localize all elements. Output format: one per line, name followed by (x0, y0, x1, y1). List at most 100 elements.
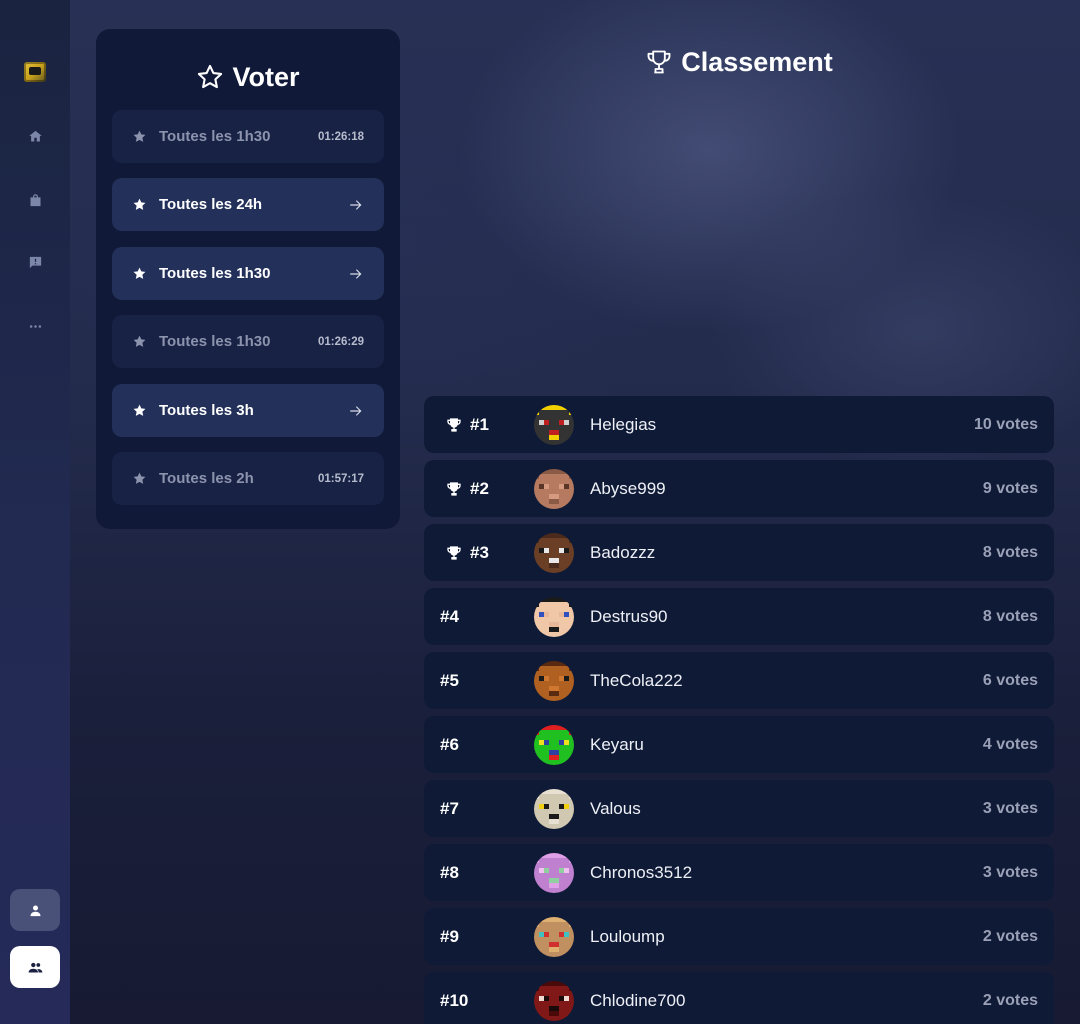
vote-title: Voter (96, 59, 400, 95)
player-avatar (534, 981, 574, 1021)
vote-timer: 01:26:29 (317, 335, 364, 348)
star-icon (133, 335, 146, 347)
server-logo[interactable] (24, 62, 46, 82)
rank-number: #1 (470, 414, 489, 434)
ranking-title-text: Classement (681, 46, 833, 77)
player-avatar (534, 469, 574, 509)
player-name: Abyse999 (590, 478, 666, 498)
player-avatar (534, 853, 574, 893)
star-icon (133, 472, 146, 484)
vote-count: 2 votes (982, 991, 1038, 1009)
vote-item: Toutes les 1h30 01:26:18 (112, 110, 384, 163)
profile-button[interactable] (10, 889, 60, 931)
rank-position: #7 (440, 780, 459, 837)
rank-position: #9 (440, 908, 459, 965)
player-avatar (534, 725, 574, 765)
trophy-icon (447, 545, 461, 560)
vote-title-text: Voter (232, 61, 300, 92)
player-avatar (534, 597, 574, 637)
user-icon (30, 905, 40, 916)
rank-position: #1 (440, 396, 489, 453)
ranking-row[interactable]: #6 Keyaru 4 votes (424, 716, 1054, 773)
player-name: TheCola222 (590, 670, 683, 690)
ranking-row[interactable]: #9 Louloump 2 votes (424, 908, 1054, 965)
users-icon (28, 962, 42, 972)
rank-position: #4 (440, 588, 459, 645)
star-icon (133, 404, 146, 416)
rank-number: #5 (440, 670, 459, 690)
users-button[interactable] (10, 946, 60, 988)
rank-number: #10 (440, 990, 469, 1010)
star-icon (133, 267, 146, 279)
vote-timer: 01:57:17 (317, 472, 364, 485)
arrow-right-icon (350, 199, 362, 210)
vote-count: 3 votes (982, 799, 1038, 817)
vote-timer: 01:26:18 (317, 130, 364, 143)
player-avatar (534, 661, 574, 701)
more-icon[interactable] (25, 316, 45, 336)
rank-position: #10 (440, 972, 468, 1024)
vote-item-label: Toutes les 24h (159, 196, 263, 213)
player-name: Valous (590, 798, 641, 818)
star-outline-icon (198, 64, 223, 89)
vote-count: 8 votes (982, 607, 1038, 625)
vote-item-label: Toutes les 1h30 (159, 265, 271, 282)
vote-count: 6 votes (982, 671, 1038, 689)
player-avatar (534, 789, 574, 829)
ranking-row[interactable]: #10 Chlodine700 2 votes (424, 972, 1054, 1024)
vote-count: 2 votes (982, 927, 1038, 945)
vote-item-label: Toutes les 1h30 (159, 333, 271, 350)
rank-number: #6 (440, 734, 459, 754)
rank-number: #8 (440, 862, 459, 882)
rank-number: #2 (470, 478, 489, 498)
vote-item: Toutes les 1h30 01:26:29 (112, 315, 384, 368)
star-icon (133, 198, 146, 210)
rank-number: #3 (470, 542, 489, 562)
arrow-right-icon (350, 268, 362, 279)
rank-position: #6 (440, 716, 459, 773)
rank-position: #3 (440, 524, 489, 581)
vote-count: 3 votes (982, 863, 1038, 881)
sidebar (0, 0, 70, 1024)
vote-count: 8 votes (982, 543, 1038, 561)
rank-position: #5 (440, 652, 459, 709)
vote-item[interactable]: Toutes les 3h (112, 384, 384, 437)
shopping-bag-icon[interactable] (25, 190, 45, 210)
ranking-row[interactable]: #4 Destrus90 8 votes (424, 588, 1054, 645)
rank-position: #8 (440, 844, 459, 901)
vote-item[interactable]: Toutes les 24h (112, 178, 384, 231)
player-avatar (534, 405, 574, 445)
rank-position: #2 (440, 460, 489, 517)
ranking-title: Classement (424, 42, 1054, 82)
vote-panel: Voter Toutes les 1h30 01:26:18 Toutes les … (96, 29, 400, 529)
rank-number: #4 (440, 606, 459, 626)
ranking-row[interactable]: #1 Helegias 10 votes (424, 396, 1054, 453)
player-name: Louloump (590, 926, 665, 946)
player-name: Destrus90 (590, 606, 668, 626)
ranking-row[interactable]: #7 Valous 3 votes (424, 780, 1054, 837)
arrow-right-icon (350, 405, 362, 416)
vote-count: 4 votes (982, 735, 1038, 753)
vote-count: 10 votes (973, 415, 1038, 433)
player-name: Chlodine700 (590, 990, 686, 1010)
rank-number: #9 (440, 926, 459, 946)
player-name: Badozzz (590, 542, 656, 562)
vote-item-label: Toutes les 3h (159, 402, 254, 419)
ranking-row[interactable]: #3 Badozzz 8 votes (424, 524, 1054, 581)
player-avatar (534, 917, 574, 957)
player-name: Keyaru (590, 734, 644, 754)
vote-item-label: Toutes les 2h (159, 470, 254, 487)
vote-item: Toutes les 2h 01:57:17 (112, 452, 384, 505)
ranking-row[interactable]: #5 TheCola222 6 votes (424, 652, 1054, 709)
vote-item-label: Toutes les 1h30 (159, 128, 271, 145)
trophy-icon (447, 481, 461, 496)
chat-alert-icon[interactable] (25, 252, 45, 272)
player-avatar (534, 533, 574, 573)
star-icon (133, 130, 146, 142)
vote-item[interactable]: Toutes les 1h30 (112, 247, 384, 300)
ranking-row[interactable]: #8 Chronos3512 3 votes (424, 844, 1054, 901)
ranking-row[interactable]: #2 Abyse999 9 votes (424, 460, 1054, 517)
home-icon[interactable] (25, 126, 45, 146)
player-name: Helegias (590, 414, 657, 434)
trophy-outline-icon (647, 50, 671, 74)
